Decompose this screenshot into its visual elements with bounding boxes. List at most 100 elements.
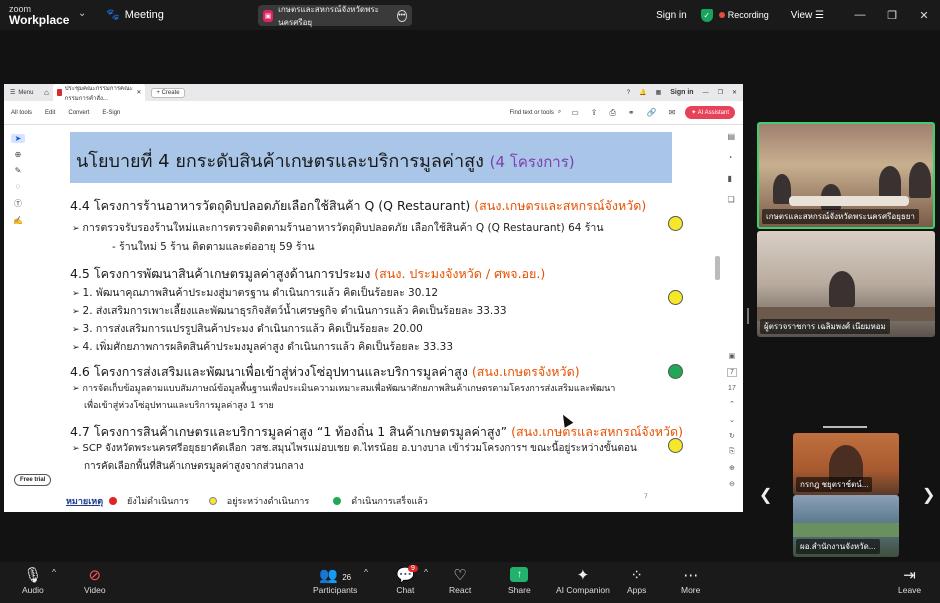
select-tool-icon[interactable]: ➤: [11, 134, 25, 143]
brand-name: Workplace: [9, 13, 70, 27]
video-button[interactable]: ⊘ Video: [84, 567, 106, 595]
recording-indicator[interactable]: Recording: [718, 10, 769, 20]
sparkle-icon: ✦: [576, 567, 590, 584]
chevron-down-icon[interactable]: ⌄: [78, 8, 86, 19]
paw-icon: 🐾: [106, 9, 120, 21]
more-icon: ⋯: [683, 567, 699, 584]
more-icon[interactable]: •••: [396, 9, 407, 22]
video-tile[interactable]: ผู้ตรวจราชการ เฉลิมพงศ์ เนียมหอม: [757, 231, 935, 337]
view-menu[interactable]: View ☰: [791, 10, 824, 21]
status-dot-in-progress: [668, 438, 683, 453]
sign-icon[interactable]: ✍: [13, 216, 23, 225]
restore-icon[interactable]: ❐: [718, 89, 723, 96]
scrollbar-thumb[interactable]: [715, 256, 720, 280]
print-icon[interactable]: ⎙: [609, 108, 615, 118]
bookmark-icon[interactable]: ▮: [727, 174, 735, 183]
refresh-icon[interactable]: ↻: [729, 432, 735, 440]
chat-caret-icon[interactable]: ^: [424, 567, 428, 577]
menu-edit[interactable]: Edit: [45, 110, 55, 116]
create-button[interactable]: + Create: [151, 87, 185, 98]
legend-title: หมายเหตุ: [66, 497, 104, 507]
comment-icon[interactable]: ◔: [727, 153, 735, 162]
bell-icon[interactable]: 🔔: [639, 89, 646, 96]
find-field[interactable]: Find text or tools ⌕: [509, 109, 561, 116]
resize-handle[interactable]: [747, 308, 749, 324]
pdf-tab[interactable]: ประชุมคณะกรรมการคณะกรรมการคำสั่ง... ✕: [53, 84, 146, 102]
home-icon[interactable]: ⌂: [39, 88, 53, 97]
hamburger-icon: ☰: [10, 90, 16, 96]
free-trial-button[interactable]: Free trial: [14, 474, 52, 486]
pages-icon[interactable]: ❏: [727, 195, 735, 204]
menu-esign[interactable]: E-Sign: [102, 110, 120, 116]
pdf-sign-in[interactable]: Sign in: [670, 89, 693, 96]
status-dot-in-progress: [668, 216, 683, 231]
meeting-label: Meeting: [124, 8, 164, 21]
scrollbar[interactable]: [715, 214, 720, 514]
text-box-icon[interactable]: Ⓣ: [14, 198, 22, 209]
sign-in-link[interactable]: Sign in: [656, 10, 687, 21]
save-icon[interactable]: ▭: [571, 108, 579, 118]
next-page-icon[interactable]: ❯: [922, 485, 935, 505]
bullet-arrow-icon: ➢: [72, 224, 80, 234]
legend-in-progress: อยู่ระหว่างดำเนินการ: [226, 497, 310, 507]
zoom-out-icon[interactable]: ⊖: [729, 480, 735, 488]
pen-icon[interactable]: ✎: [15, 166, 22, 175]
apps-grid-icon[interactable]: ▦: [656, 89, 662, 96]
panel-icon[interactable]: ▤: [727, 132, 735, 141]
menu-all-tools[interactable]: All tools: [11, 110, 32, 116]
video-tile[interactable]: เกษตรและสหกรณ์จังหวัดพระนครศรีอยุธยา: [757, 122, 935, 229]
page-input[interactable]: 7: [727, 368, 737, 377]
menu-convert[interactable]: Convert: [68, 110, 89, 116]
link-icon[interactable]: 🔗: [647, 108, 657, 118]
apps-button[interactable]: ⁘ Apps: [627, 567, 646, 595]
chevron-up-icon[interactable]: ⌃: [729, 400, 735, 408]
minimize-icon[interactable]: —: [703, 90, 709, 96]
prev-page-icon[interactable]: ❮: [759, 485, 772, 505]
bullet-arrow-icon: ➢: [72, 343, 80, 353]
lasso-icon[interactable]: ◌: [16, 182, 21, 191]
line-text: 1. พัฒนาคุณภาพสินค้าประมงสู่มาตรฐาน ดำเน…: [82, 287, 439, 299]
chevron-down-icon[interactable]: ⌄: [729, 416, 735, 424]
participants-count: 26: [342, 573, 352, 582]
upload-icon[interactable]: ⇪: [591, 108, 598, 118]
audio-caret-icon[interactable]: ^: [52, 567, 56, 577]
page-export-icon[interactable]: ⎘: [729, 448, 735, 456]
ai-assistant-button[interactable]: ✦ AI Assistant: [685, 106, 735, 119]
close-icon[interactable]: ✕: [732, 89, 737, 96]
ai-companion-button[interactable]: ✦ AI Companion: [556, 567, 610, 595]
leave-button[interactable]: ⇥ Leave: [898, 567, 921, 595]
section-line: ➢ 3. การส่งเสริมการแปรรูปสินค้าประมง ดำเน…: [72, 320, 423, 337]
page-count: 17: [728, 385, 736, 392]
video-label: กรกฎ ชยุตราช์ตน์...: [796, 477, 873, 492]
share-link-icon[interactable]: ⚭: [628, 108, 635, 118]
apps-icon: ⁘: [630, 567, 643, 584]
microphone-icon: 🎙: [23, 567, 43, 584]
zoom-logo: zoom Workplace: [9, 4, 69, 26]
share-button[interactable]: ↑ Share: [508, 567, 531, 595]
minimize-icon[interactable]: —: [844, 9, 876, 21]
annotate-icon[interactable]: ▣: [729, 352, 736, 360]
zoom-tool-icon[interactable]: ⊕: [15, 150, 22, 159]
help-icon[interactable]: ?: [627, 90, 630, 96]
menu-button[interactable]: ☰ Menu: [4, 89, 39, 97]
audio-button[interactable]: 🎙 Audio: [22, 567, 44, 595]
mail-icon[interactable]: ✉: [669, 108, 676, 118]
more-button[interactable]: ⋯ More: [681, 567, 700, 595]
video-label: ผู้ตรวจราชการ เฉลิมพงศ์ เนียมหอม: [760, 319, 890, 334]
video-tile[interactable]: กรกฎ ชยุตราช์ตน์...: [793, 433, 899, 495]
restore-icon[interactable]: ❐: [876, 9, 908, 22]
zoom-in-icon[interactable]: ⊕: [729, 464, 735, 472]
video-tile[interactable]: ผอ.สำนักงานจังหวัด...: [793, 495, 899, 557]
close-icon[interactable]: ✕: [908, 9, 940, 22]
participants-button[interactable]: 👥 26 Participants: [313, 567, 357, 595]
shield-icon[interactable]: ✓: [700, 8, 713, 22]
sharing-indicator[interactable]: ▣ เกษตรและสหกรณ์จังหวัดพระนครศรีอยุ •••: [258, 5, 412, 27]
close-tab-icon[interactable]: ✕: [136, 89, 141, 96]
participants-caret-icon[interactable]: ^: [364, 567, 368, 577]
react-button[interactable]: ♡ React: [449, 567, 471, 595]
search-icon: ⌕: [557, 109, 562, 115]
chat-button[interactable]: 💬 9 Chat: [396, 565, 418, 595]
meeting-menu[interactable]: 🐾 Meeting: [106, 8, 164, 22]
section-line: ➢ SCP จังหวัดพระนครศรีอยุธยาคัดเลือก วสช.…: [72, 441, 637, 456]
section-heading: 4.4 โครงการร้านอาหารวัตถุดิบปลอดภัยเลือก…: [70, 196, 646, 216]
